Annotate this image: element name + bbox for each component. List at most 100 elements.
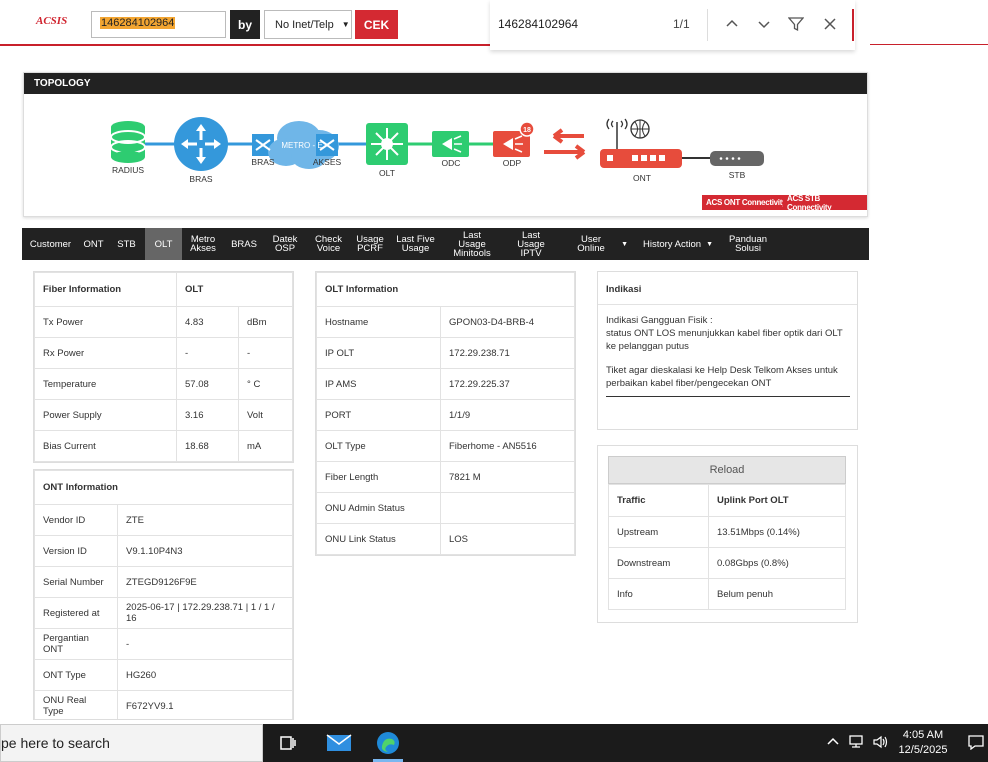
olt-label: ONU Link Status bbox=[316, 523, 441, 555]
olt-value: 172.29.225.37 bbox=[440, 368, 575, 400]
tab-customer[interactable]: Customer bbox=[22, 228, 79, 260]
fiber-value: 3.16 bbox=[176, 399, 239, 431]
tab-olt[interactable]: OLT bbox=[145, 228, 182, 260]
indikasi-line-1: Indikasi Gangguan Fisik : bbox=[606, 315, 713, 326]
tab-bras[interactable]: BRAS bbox=[224, 228, 264, 260]
by-button[interactable]: by bbox=[230, 10, 260, 39]
bras-label: BRAS bbox=[189, 174, 212, 184]
fiber-value: 18.68 bbox=[176, 430, 239, 462]
volume-icon[interactable] bbox=[872, 734, 890, 753]
traffic-header: Traffic bbox=[608, 484, 709, 517]
reload-button[interactable]: Reload bbox=[608, 456, 846, 484]
olt-information-panel: OLT Information Hostname GPON03-D4-BRB-4 … bbox=[315, 271, 576, 556]
ont-value: V9.1.10P4N3 bbox=[117, 535, 293, 567]
olt-value: LOS bbox=[440, 523, 575, 555]
olt-value: 172.29.238.71 bbox=[440, 337, 575, 369]
fiber-unit: - bbox=[238, 337, 293, 369]
clock-time: 4:05 AM bbox=[902, 729, 944, 741]
topology-title: TOPOLOGY bbox=[24, 73, 867, 94]
odp-label: ODP bbox=[503, 158, 522, 168]
ont-value: ZTEGD9126F9E bbox=[117, 566, 293, 598]
fiber-label: Temperature bbox=[34, 368, 177, 400]
fiber-unit: ° C bbox=[238, 368, 293, 400]
tab-last-usage-iptv[interactable]: Last Usage IPTV bbox=[502, 228, 560, 260]
tab-last-five-usage[interactable]: Last Five Usage bbox=[389, 228, 442, 260]
task-view-icon[interactable] bbox=[275, 731, 301, 755]
search-input[interactable]: 146284102964 bbox=[91, 11, 226, 38]
tab-stb[interactable]: STB bbox=[108, 228, 145, 260]
tab-user-online[interactable]: User Online ▼ bbox=[560, 228, 634, 260]
edge-browser-icon[interactable] bbox=[375, 731, 401, 755]
olt-info-header: OLT Information bbox=[316, 272, 575, 307]
traffic-value: 13.51Mbps (0.14%) bbox=[708, 516, 846, 548]
search-type-select[interactable]: No Inet/Telp ▼ bbox=[264, 10, 352, 39]
close-icon[interactable] bbox=[818, 12, 842, 36]
indikasi-divider bbox=[606, 396, 850, 397]
taskbar-search-box[interactable]: pe here to search bbox=[0, 724, 263, 762]
acs-ont-connectivity-button[interactable]: ACS ONT Connectivity bbox=[702, 195, 791, 210]
tab-last-usage-minitools[interactable]: Last Usage Minitools bbox=[442, 228, 502, 260]
caret-down-icon: ▼ bbox=[706, 240, 713, 248]
ont-value: HG260 bbox=[117, 659, 293, 691]
tab-bar: Customer ONT STB OLT Metro Akses BRAS Da… bbox=[22, 228, 869, 260]
traffic-value: Belum penuh bbox=[708, 578, 846, 610]
ont-label: Serial Number bbox=[34, 566, 118, 598]
ont-modem-icon bbox=[600, 118, 682, 168]
cek-button[interactable]: CEK bbox=[355, 10, 398, 39]
indikasi-line-3: Tiket agar dieskalasi ke Help Desk Telko… bbox=[606, 365, 838, 389]
ont-label: Vendor ID bbox=[34, 504, 118, 536]
traffic-label: Upstream bbox=[608, 516, 709, 548]
akses-label: AKSES bbox=[313, 157, 342, 167]
odc-label: ODC bbox=[442, 158, 461, 168]
metro-label: METRO - E bbox=[281, 141, 322, 150]
tab-check-voice[interactable]: Check Voice bbox=[306, 228, 351, 260]
chevron-up-icon[interactable] bbox=[720, 12, 744, 36]
fiber-label: Power Supply bbox=[34, 399, 177, 431]
link-arrows-icon bbox=[544, 128, 586, 160]
network-icon[interactable] bbox=[848, 734, 866, 753]
filter-icon[interactable] bbox=[784, 12, 808, 36]
radius-label: RADIUS bbox=[112, 165, 144, 175]
fiber-unit: mA bbox=[238, 430, 293, 462]
find-count: 1/1 bbox=[673, 17, 690, 31]
find-bar: 146284102964 1/1 bbox=[490, 0, 855, 50]
fiber-olt-header: OLT bbox=[176, 272, 293, 307]
bras2-label: BRAS bbox=[251, 157, 274, 167]
indikasi-line-2: status ONT LOS menunjukkan kabel fiber o… bbox=[606, 328, 843, 352]
chevron-down-icon[interactable] bbox=[752, 12, 776, 36]
tab-metro-akses[interactable]: Metro Akses bbox=[182, 228, 224, 260]
tab-panduan-solusi[interactable]: Panduan Solusi bbox=[722, 228, 774, 260]
uplink-header: Uplink Port OLT bbox=[708, 484, 846, 517]
caret-down-icon: ▼ bbox=[621, 240, 628, 248]
ont-value: 2025-06-17 | 172.29.238.71 | 1 / 1 / 16 bbox=[117, 597, 293, 629]
acsis-logo: ACSIS bbox=[36, 15, 68, 27]
olt-switch-icon bbox=[366, 123, 408, 165]
indikasi-panel: Indikasi Indikasi Gangguan Fisik : statu… bbox=[597, 271, 858, 430]
fiber-unit: dBm bbox=[238, 306, 293, 338]
header-divider-right bbox=[870, 44, 988, 45]
mail-icon[interactable] bbox=[326, 731, 352, 755]
tab-datek-osp[interactable]: Datek OSP bbox=[264, 228, 306, 260]
bras-router-icon bbox=[174, 117, 228, 171]
taskbar-clock[interactable]: 4:05 AM 12/5/2025 bbox=[895, 728, 951, 758]
notification-icon[interactable] bbox=[967, 734, 985, 753]
ont-label: Registered at bbox=[34, 597, 118, 629]
odp-badge: 18 bbox=[523, 127, 531, 134]
olt-label: OLT bbox=[379, 168, 395, 178]
ont-value: - bbox=[117, 628, 293, 660]
search-type-value: No Inet/Telp bbox=[275, 18, 334, 31]
tab-ont[interactable]: ONT bbox=[79, 228, 108, 260]
ont-value: F672YV9.1 bbox=[117, 690, 293, 719]
find-input[interactable]: 146284102964 bbox=[498, 17, 578, 31]
tab-history-action[interactable]: History Action ▼ bbox=[634, 228, 722, 260]
tray-chevron-up-icon[interactable] bbox=[826, 734, 840, 751]
olt-label: Hostname bbox=[316, 306, 441, 338]
olt-label: ONU Admin Status bbox=[316, 492, 441, 524]
acs-stb-connectivity-button[interactable]: ACS STB Connectivity bbox=[783, 194, 867, 212]
olt-value: Fiberhome - AN5516 bbox=[440, 430, 575, 462]
chevron-down-icon: ▼ bbox=[341, 20, 350, 29]
tab-usage-pcrf[interactable]: Usage PCRF bbox=[351, 228, 389, 260]
ont-info-header: ONT Information bbox=[34, 470, 293, 505]
traffic-label: Downstream bbox=[608, 547, 709, 579]
find-divider bbox=[707, 9, 708, 41]
